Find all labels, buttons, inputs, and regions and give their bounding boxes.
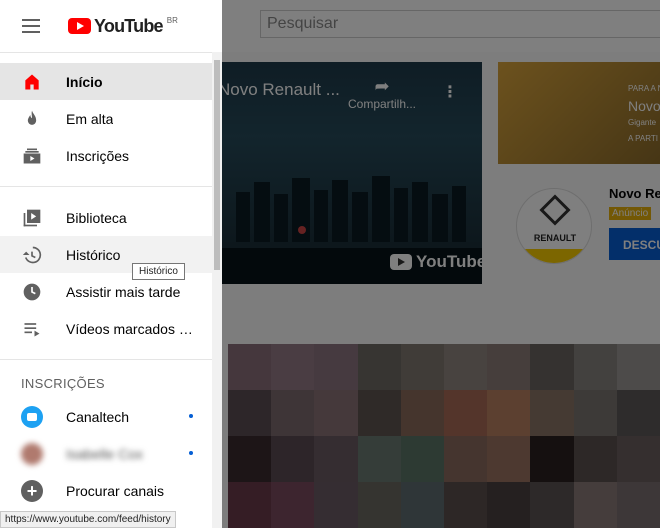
new-content-dot	[189, 414, 193, 418]
nav-item-trending[interactable]: Em alta	[0, 100, 222, 137]
playlist-icon	[22, 319, 42, 339]
browse-channels-item[interactable]: + Procurar canais	[0, 472, 222, 509]
status-bar-url: https://www.youtube.com/feed/history	[0, 511, 176, 528]
subscriptions-section-title: INSCRIÇÕES	[21, 376, 105, 391]
subscription-label: Procurar canais	[66, 482, 165, 499]
nav-label: Biblioteca	[66, 209, 127, 226]
subscription-item-canaltech[interactable]: Canaltech	[0, 398, 222, 435]
fire-icon	[22, 109, 42, 129]
drawer-scrollbar-thumb[interactable]	[214, 60, 220, 270]
subscription-label: Isabelle Cox	[66, 445, 144, 462]
youtube-play-icon	[68, 18, 91, 34]
drawer-header: YouTube BR	[0, 0, 222, 52]
nav-label: Em alta	[66, 110, 114, 127]
home-icon	[22, 72, 42, 92]
nav-item-watch-later[interactable]: Assistir mais tarde	[0, 273, 222, 310]
library-icon	[22, 208, 42, 228]
nav-label: Histórico	[66, 246, 121, 263]
nav-label: Vídeos marcados co...	[66, 320, 196, 337]
nav-library: Biblioteca Histórico Assistir mais tarde…	[0, 187, 222, 347]
logo-text: YouTube	[94, 15, 164, 36]
logo-country-code: BR	[166, 15, 178, 25]
canaltech-logo-icon	[27, 412, 37, 421]
nav-item-home[interactable]: Início	[0, 63, 222, 100]
user-avatar	[21, 442, 43, 465]
youtube-logo[interactable]: YouTube BR	[68, 16, 178, 37]
nav-label: Inscrições	[66, 147, 130, 164]
subscription-label: Canaltech	[66, 408, 130, 425]
nav-item-library[interactable]: Biblioteca	[0, 199, 222, 236]
menu-icon[interactable]	[22, 19, 42, 33]
subscription-item-user[interactable]: Isabelle Cox	[0, 435, 222, 472]
nav-primary: Início Em alta Inscrições	[0, 53, 222, 174]
add-circle-icon: +	[21, 479, 43, 502]
history-icon	[22, 245, 42, 265]
nav-item-liked-videos[interactable]: Vídeos marcados co...	[0, 310, 222, 347]
tooltip: Histórico	[132, 263, 185, 280]
canaltech-avatar	[21, 405, 43, 428]
new-content-dot	[189, 451, 193, 455]
guide-drawer: YouTube BR Início Em alta Inscrições Bib…	[0, 0, 222, 528]
nav-label: Assistir mais tarde	[66, 283, 181, 300]
nav-item-history[interactable]: Histórico	[0, 236, 222, 273]
clock-icon	[22, 282, 42, 302]
nav-item-subscriptions[interactable]: Inscrições	[0, 137, 222, 174]
subscriptions-icon	[22, 146, 42, 166]
nav-label: Início	[66, 73, 103, 90]
